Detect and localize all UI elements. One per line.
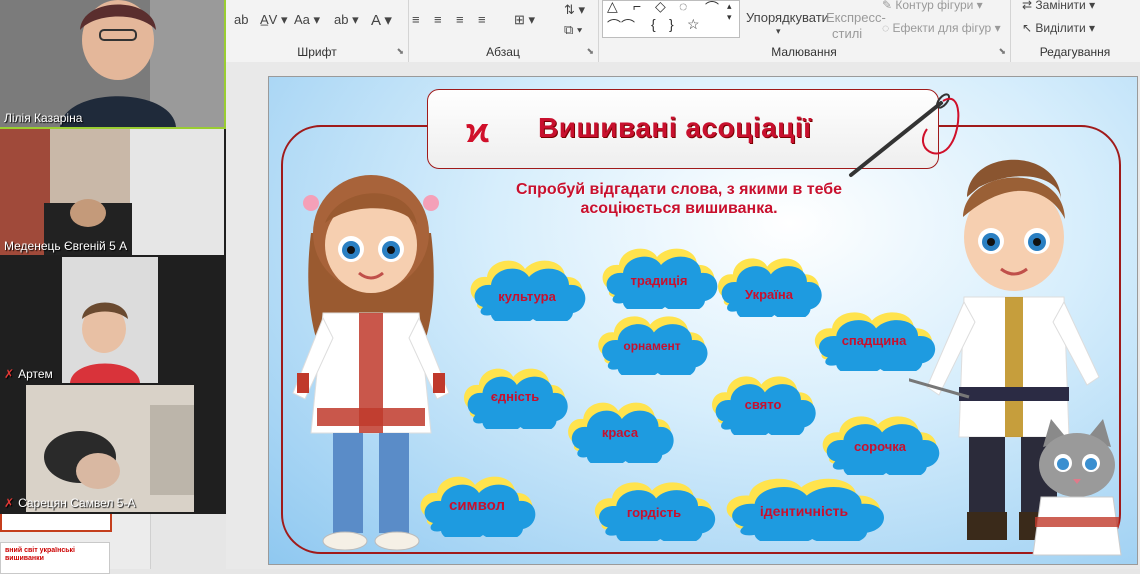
cross-stitch-icon: ϰ (466, 112, 489, 150)
word-cloud[interactable]: культура (465, 253, 589, 326)
word-cloud[interactable]: ідентичність (719, 473, 889, 546)
participant-name: Сарецян Самвел 5-А (18, 496, 136, 510)
font-group: ab A̲V ▾ Aa ▾ ab ▾ A ▾ Шрифт ⬊ (226, 0, 409, 62)
thumbnail-text: вний світ українські вишиванки (5, 547, 75, 563)
replace-button[interactable]: ⇄ Замінити ▾ (1022, 0, 1095, 12)
dialog-launcher-icon[interactable]: ⬊ (396, 46, 404, 57)
cloud-label: традиція (630, 273, 688, 288)
smartart-icon[interactable]: ⧉ ▾ (564, 22, 582, 38)
dialog-launcher-icon[interactable]: ⬊ (998, 46, 1006, 57)
bracket-shape-icon[interactable]: ⌐ (633, 0, 641, 14)
participant-name-row: ✗ Артем (4, 367, 53, 381)
cloud-label: спадщина (841, 333, 907, 348)
polygon-shape-icon[interactable]: ◇ (655, 0, 666, 15)
participant-video (0, 129, 224, 255)
word-cloud[interactable]: свято (707, 371, 819, 440)
word-cloud[interactable]: сорочка (817, 411, 943, 480)
cloud-label: єдність (490, 389, 540, 404)
word-cloud[interactable]: традиція (597, 243, 721, 314)
app-window: ab A̲V ▾ Aa ▾ ab ▾ A ▾ Шрифт ⬊ ≡ ≡ ≡ ≡ ⊞… (0, 0, 1140, 574)
highlight-icon[interactable]: ab ▾ (334, 12, 359, 28)
cloud-label: сорочка (853, 439, 906, 454)
superscript-icon[interactable]: ab (234, 12, 248, 27)
star-shape-icon[interactable]: ☆ (687, 16, 700, 33)
shape-outline-button[interactable]: ✎ Контур фігури ▾ (882, 0, 983, 12)
text-direction-icon[interactable]: ⇅ ▾ (564, 2, 585, 18)
close-brace-icon[interactable]: } (669, 16, 674, 32)
participant-name: Меденець Євгеній 5 А (4, 239, 128, 253)
justify-icon[interactable]: ≡ (478, 12, 486, 27)
cloud-label: орнамент (623, 339, 681, 353)
cloud-label: культура (498, 289, 556, 304)
font-group-label: Шрифт (297, 45, 337, 59)
quick-styles-label-2: стилі (832, 26, 863, 41)
triangle-shape-icon[interactable]: △ (607, 0, 618, 15)
slide-subtitle: Спробуй відгадати слова, з якими в тебе … (449, 180, 909, 218)
thumbnail-text-line: вний світ українські (5, 547, 76, 554)
slide[interactable]: ϰ Вишивані асоціації Спробуй відгадати с… (268, 76, 1138, 565)
participant-tile[interactable]: Меденець Євгеній 5 А (0, 129, 224, 255)
thumbnail-text-line: вишиванки (5, 555, 44, 562)
participant-tile[interactable]: Лілія Казаріна (0, 0, 226, 129)
select-label: Виділити (1035, 21, 1086, 35)
change-case-icon[interactable]: Aa ▾ (294, 12, 320, 28)
select-button[interactable]: ↖ Виділити ▾ (1022, 21, 1095, 35)
subtitle-line-2: асоціюється вишиванка. (580, 200, 778, 217)
align-left-icon[interactable]: ≡ (412, 12, 420, 27)
paragraph-group: ≡ ≡ ≡ ≡ ⊞ ▾ ⇅ ▾ ⧉ ▾ Абзац ⬊ (408, 0, 599, 62)
brace-shape-icon[interactable]: ⌒ (705, 0, 719, 18)
font-color-icon[interactable]: A ▾ (371, 11, 392, 29)
open-brace-icon[interactable]: { (651, 16, 656, 32)
shape-effects-label: Ефекти для фігур (892, 21, 992, 35)
editing-group: ⇄ Замінити ▾ ↖ Виділити ▾ Редагування (1010, 0, 1140, 62)
subtitle-line-1: Спробуй відгадати слова, з якими в тебе (515, 181, 843, 198)
drawing-group-label: Малювання (771, 45, 837, 59)
arrange-button[interactable]: Упорядкувати (746, 10, 829, 25)
cat-illustration (1032, 419, 1122, 556)
word-cloud[interactable]: спадщина (809, 307, 939, 376)
cloud-label: краса (601, 425, 639, 440)
participant-video (0, 385, 224, 512)
cloud-label: Україна (744, 287, 793, 302)
shapes-gallery[interactable]: △ ⌐ ◇ ◌ ⌒ ⌒⌒ { } ☆ ▴ ▾ (602, 0, 740, 38)
mic-muted-icon: ✗ (4, 367, 15, 381)
slide-thumbnail[interactable]: вний світ українські вишиванки (0, 542, 110, 574)
cloud-label: символ (448, 497, 505, 514)
slide-title: Вишивані асоціації (538, 112, 812, 143)
word-cloud[interactable]: єдність (459, 363, 571, 434)
dialog-launcher-icon[interactable]: ⬊ (586, 46, 594, 57)
columns-icon[interactable]: ⊞ ▾ (514, 12, 535, 28)
slide-thumbnail[interactable] (0, 512, 112, 532)
cloud-label: свято (744, 397, 782, 412)
shape-outline-label: Контур фігури (895, 0, 974, 12)
align-right-icon[interactable]: ≡ (456, 12, 464, 27)
word-cloud[interactable]: гордість (589, 477, 719, 546)
participant-tile[interactable]: ✗ Артем (0, 257, 224, 383)
align-center-icon[interactable]: ≡ (434, 12, 442, 27)
replace-label: Замінити (1035, 0, 1086, 12)
arrange-chevron-icon: ▾ (776, 26, 781, 36)
shape-effects-button[interactable]: ◌ Ефекти для фігур ▾ (882, 21, 1001, 35)
mic-muted-icon: ✗ (4, 496, 15, 510)
quick-styles-button[interactable]: Експресс- (826, 10, 886, 25)
word-cloud[interactable]: символ (415, 471, 539, 542)
editing-group-label: Редагування (1039, 45, 1111, 59)
participant-video (0, 257, 224, 383)
char-spacing-icon[interactable]: A̲V ▾ (260, 12, 287, 28)
participant-tile[interactable]: ✗ Сарецян Самвел 5-А (0, 385, 224, 512)
participant-video (0, 0, 224, 127)
cloud-label: ідентичність (759, 503, 849, 519)
cloud-shape (470, 260, 586, 326)
participant-name-row: ✗ Сарецян Самвел 5-А (4, 496, 135, 510)
participant-name: Артем (18, 367, 53, 381)
loop-shape-icon[interactable]: ◌ (679, 0, 687, 14)
participant-name: Лілія Казаріна (4, 111, 83, 125)
paragraph-group-label: Абзац (486, 45, 520, 59)
curve-shape-icon[interactable]: ⌒⌒ (607, 16, 635, 36)
word-cloud[interactable]: орнамент (593, 311, 711, 380)
cloud-label: гордість (626, 505, 682, 520)
video-tiles-panel: Лілія Казаріна Меденець Євгеній 5 А ✗ Арт… (0, 0, 226, 514)
gallery-scroll-icon[interactable]: ▴ ▾ (727, 1, 732, 23)
word-cloud[interactable]: краса (563, 397, 677, 468)
